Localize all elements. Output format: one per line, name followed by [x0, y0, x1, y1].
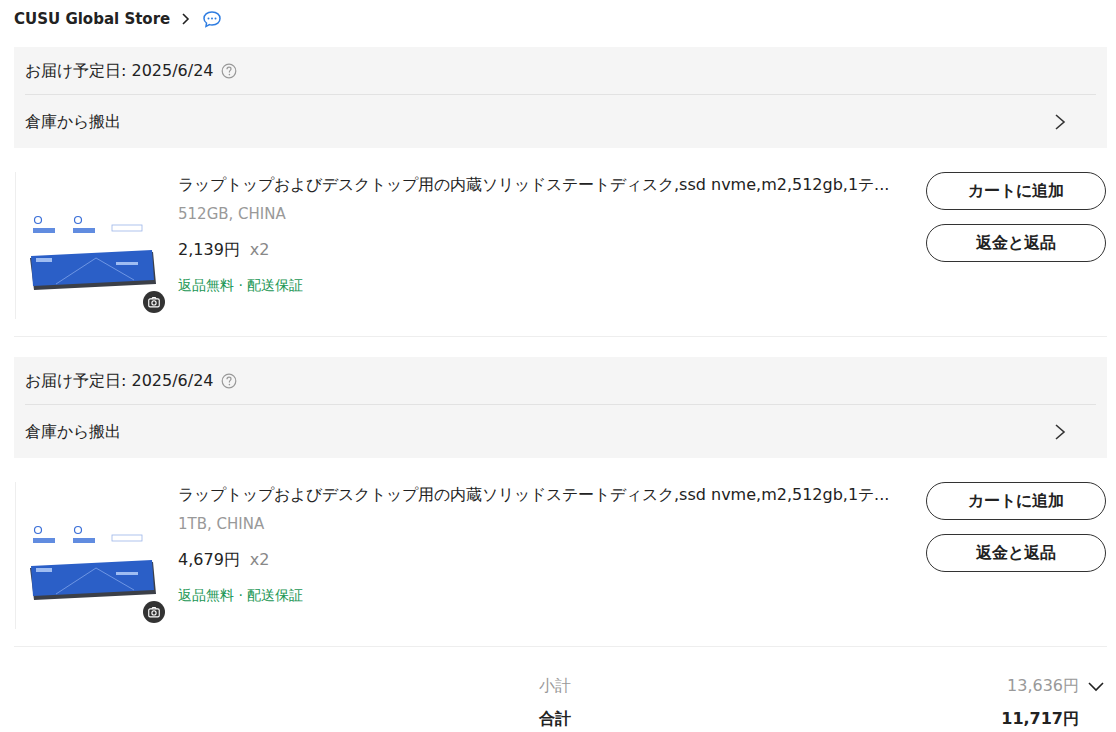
- product-info: ラップトップおよびデスクトップ用の内蔵ソリッドステートディスク,ssd nvme…: [178, 172, 896, 295]
- price-line: 4,679円 x2: [178, 548, 896, 572]
- action-buttons: カートに追加返金と返品: [926, 172, 1106, 262]
- help-icon[interactable]: [221, 63, 237, 79]
- subtotal-row: 小計 13,636円: [14, 673, 1107, 699]
- product-variant: 512GB, CHINA: [178, 203, 896, 225]
- order-block: お届け予定日: 2025/6/24 倉庫から搬出ラップトップおよびデスクトップ用の…: [14, 47, 1107, 337]
- status-row[interactable]: 倉庫から搬出: [25, 95, 1096, 148]
- product-price: 2,139円: [178, 240, 240, 259]
- product-price: 4,679円: [178, 550, 240, 569]
- chat-icon[interactable]: [202, 9, 222, 29]
- service-badges: 返品無料 · 配送保証: [178, 275, 896, 295]
- service-badges: 返品無料 · 配送保証: [178, 585, 896, 605]
- refund-return-button[interactable]: 返金と返品: [926, 534, 1106, 572]
- chevron-right-icon[interactable]: [1052, 423, 1068, 441]
- delivery-row: お届け予定日: 2025/6/24: [25, 47, 1096, 95]
- order-block: お届け予定日: 2025/6/24 倉庫から搬出ラップトップおよびデスクトップ用の…: [14, 357, 1107, 647]
- chevron-right-icon[interactable]: [1052, 113, 1068, 131]
- product-quantity: x2: [250, 240, 270, 259]
- product-image[interactable]: [15, 172, 155, 319]
- store-name[interactable]: CUSU Global Store: [14, 8, 170, 31]
- chevron-down-icon[interactable]: [1086, 676, 1106, 696]
- product-variant: 1TB, CHINA: [178, 513, 896, 535]
- delivery-date: お届け予定日: 2025/6/24: [25, 369, 214, 393]
- subtotal-value: 13,636円: [1007, 674, 1079, 698]
- order-header: お届け予定日: 2025/6/24 倉庫から搬出: [14, 357, 1107, 458]
- product-title[interactable]: ラップトップおよびデスクトップ用の内蔵ソリッドステートディスク,ssd nvme…: [178, 173, 896, 197]
- shipping-status: 倉庫から搬出: [25, 110, 121, 134]
- product-quantity: x2: [250, 550, 270, 569]
- status-row[interactable]: 倉庫から搬出: [25, 405, 1096, 458]
- chevron-right-icon[interactable]: [178, 12, 192, 26]
- camera-icon[interactable]: [143, 291, 165, 313]
- store-header: CUSU Global Store: [14, 0, 1107, 36]
- product-image[interactable]: [15, 482, 155, 629]
- total-value: 11,717円: [1001, 707, 1079, 731]
- total-row: 合計 11,717円: [14, 706, 1107, 732]
- action-buttons: カートに追加返金と返品: [926, 482, 1106, 572]
- help-icon[interactable]: [221, 373, 237, 389]
- delivery-date: お届け予定日: 2025/6/24: [25, 59, 214, 83]
- shipping-status: 倉庫から搬出: [25, 420, 121, 444]
- product-title[interactable]: ラップトップおよびデスクトップ用の内蔵ソリッドステートディスク,ssd nvme…: [178, 483, 896, 507]
- add-to-cart-button[interactable]: カートに追加: [926, 172, 1106, 210]
- order-summary: 小計 13,636円合計 11,717円: [14, 673, 1107, 732]
- total-label: 合計: [539, 707, 571, 731]
- product-row: ラップトップおよびデスクトップ用の内蔵ソリッドステートディスク,ssd nvme…: [14, 148, 1107, 337]
- subtotal-label: 小計: [539, 674, 571, 698]
- product-row: ラップトップおよびデスクトップ用の内蔵ソリッドステートディスク,ssd nvme…: [14, 458, 1107, 647]
- delivery-row: お届け予定日: 2025/6/24: [25, 357, 1096, 405]
- price-line: 2,139円 x2: [178, 238, 896, 262]
- product-info: ラップトップおよびデスクトップ用の内蔵ソリッドステートディスク,ssd nvme…: [178, 482, 896, 605]
- add-to-cart-button[interactable]: カートに追加: [926, 482, 1106, 520]
- camera-icon[interactable]: [143, 601, 165, 623]
- refund-return-button[interactable]: 返金と返品: [926, 224, 1106, 262]
- order-header: お届け予定日: 2025/6/24 倉庫から搬出: [14, 47, 1107, 148]
